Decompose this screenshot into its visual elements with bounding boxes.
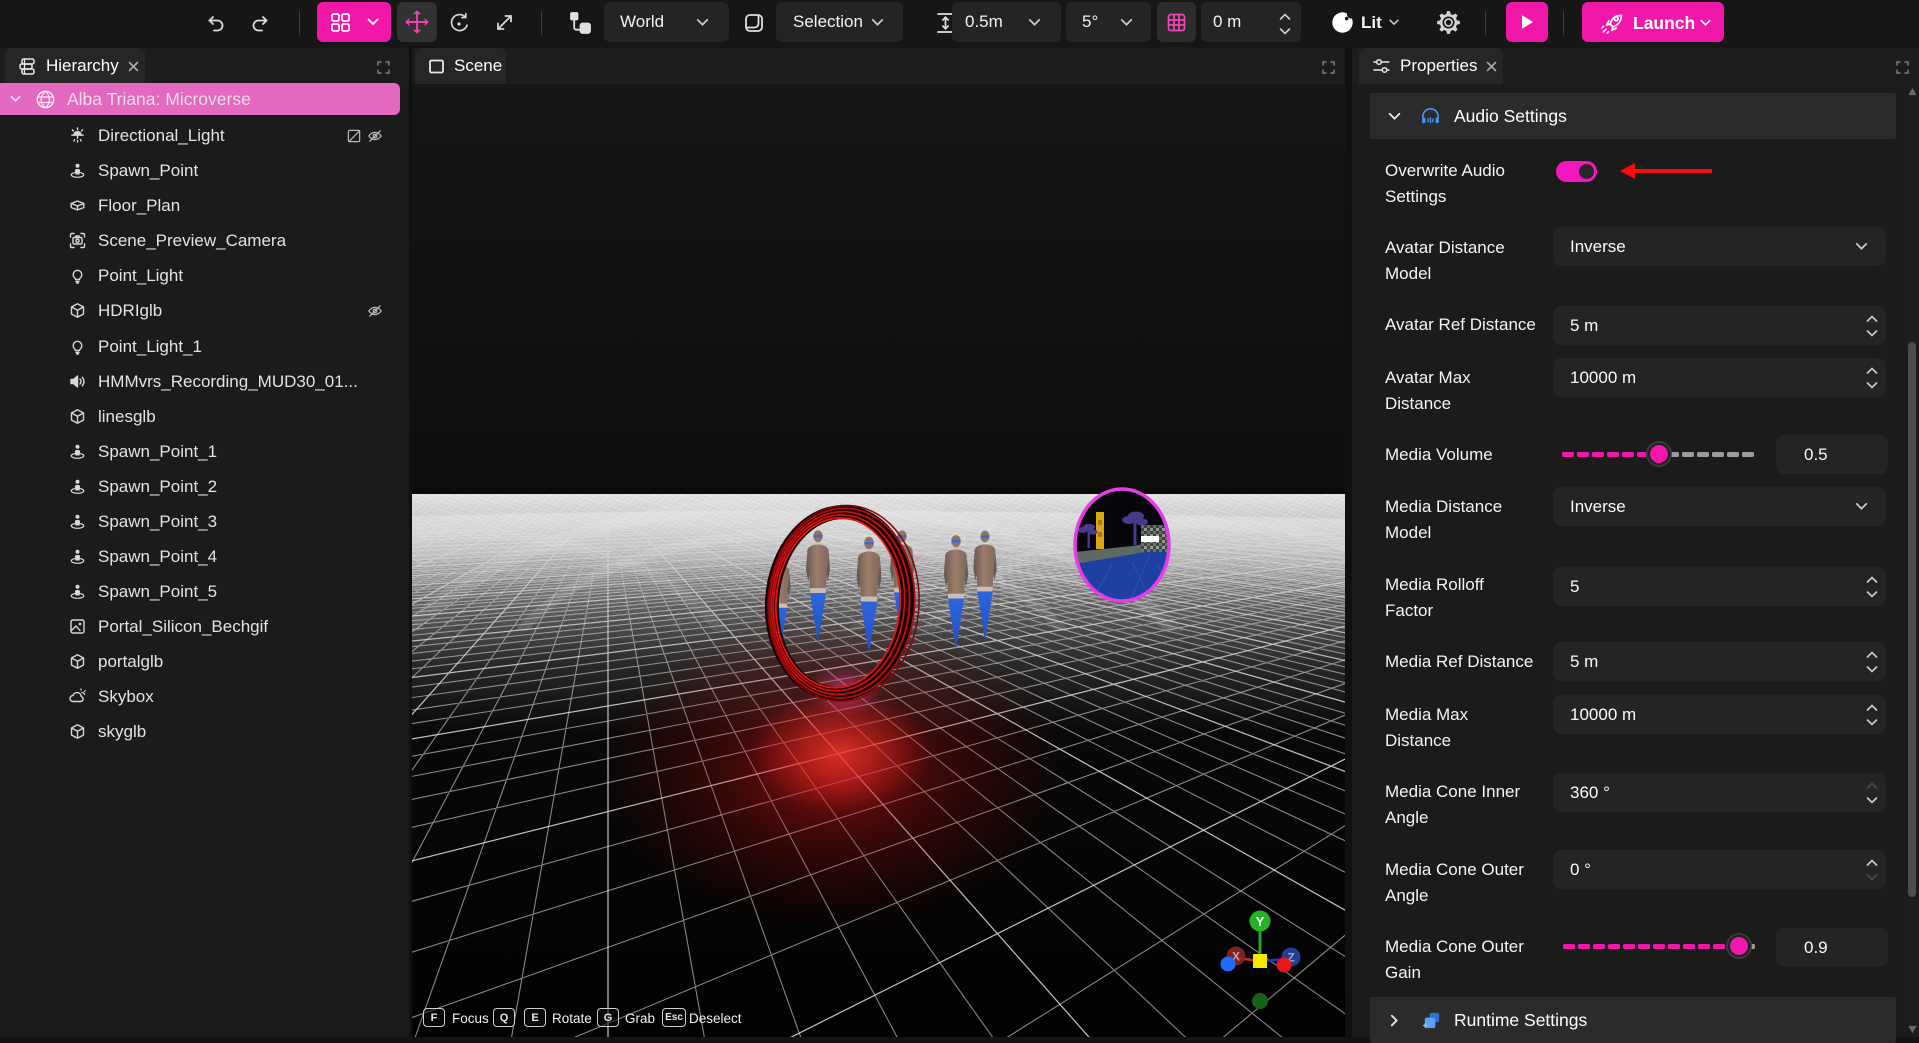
svg-text:Y: Y <box>1256 914 1265 929</box>
